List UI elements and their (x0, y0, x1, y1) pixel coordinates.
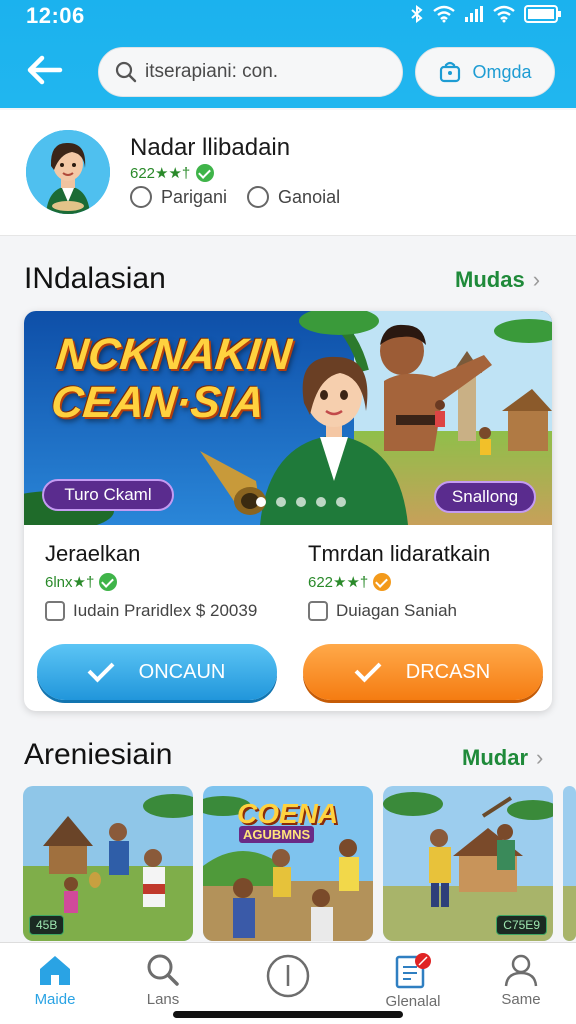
thumbnail-title-2: COENA (237, 798, 339, 829)
carousel-dot[interactable] (316, 497, 326, 507)
banner-right-pill[interactable]: Snallong (434, 481, 536, 513)
carousel-dot[interactable] (256, 497, 266, 507)
game-thumbnail-2[interactable]: COENA AGUBMNS (203, 786, 373, 941)
cart-button[interactable]: Omgda (415, 47, 555, 97)
home-icon (40, 956, 70, 985)
avatar[interactable] (26, 130, 110, 214)
signal-icon (465, 6, 483, 22)
radio-option-2[interactable]: Ganoial (247, 186, 340, 208)
battery-icon (524, 5, 561, 23)
info-circle-icon (266, 954, 310, 998)
status-bar: 12:06 (0, 0, 576, 32)
verified-icon (373, 573, 392, 591)
game-1-action-label: ONCAUN (138, 660, 226, 683)
wifi-icon-2 (493, 5, 515, 23)
carousel-dot[interactable] (336, 497, 346, 507)
avatar-illustration (26, 130, 110, 214)
nav-label-profile: Same (501, 991, 541, 1008)
radio-option-1[interactable]: Parigani (130, 186, 227, 208)
game-checkbox-label-2: Duiagan Saniah (336, 601, 457, 620)
banner-title-line-1: NCKNAKIN (54, 330, 294, 379)
game-checkbox-1[interactable]: Iudain Praridlex $ 20039 (45, 601, 257, 621)
nav-item-center[interactable] (243, 953, 333, 999)
shopping-bag-icon (440, 61, 461, 83)
profile-card: Nadar llibadain 622★★† Parigani Ganoial (0, 110, 576, 236)
featured-banner[interactable]: NCKNAKIN CEAN·SIA Turo Ckaml Snallong (24, 311, 552, 525)
game-rating-text-1: 6lnx★† (45, 574, 95, 591)
chevron-right-icon: › (536, 745, 544, 770)
carousel-dots (256, 497, 346, 507)
user-icon (504, 954, 538, 987)
search-icon (147, 954, 179, 986)
section-more-label-1: Mudas (455, 267, 525, 292)
game-name-1: Jeraelkan (45, 541, 141, 566)
radio-circle-icon (247, 186, 270, 208)
wifi-icon (433, 5, 455, 23)
back-arrow-icon (27, 55, 63, 85)
game-name-2: Tmrdan lidaratkain (308, 541, 491, 566)
nav-item-search[interactable]: Lans (118, 953, 208, 1008)
checkbox-icon (308, 601, 328, 621)
status-icons (410, 4, 562, 24)
game-rating-1: 6lnx★† (45, 573, 257, 591)
thumbnail-badge-1: 45B (29, 915, 65, 935)
back-button[interactable] (22, 50, 66, 90)
banner-left-pill[interactable]: Turo Ckaml (42, 479, 174, 511)
section-more-link-2[interactable]: Mudar › (462, 745, 543, 771)
search-input[interactable]: itserapiani: con. (98, 47, 403, 97)
cart-label: Omgda (472, 61, 532, 82)
game-info-2: Tmrdan lidaratkain 622★★† Duiagan Saniah (308, 541, 490, 621)
bluetooth-icon (411, 5, 423, 23)
radio-label-2: Ganoial (278, 186, 341, 207)
profile-rating-text: 622★★† (130, 165, 191, 182)
game-2-action-button[interactable]: DRCASN (303, 644, 543, 700)
game-1-action-button[interactable]: ONCAUN (37, 644, 277, 700)
game-checkbox-2[interactable]: Duiagan Saniah (308, 601, 490, 621)
profile-options: Parigani Ganoial (130, 186, 340, 208)
home-indicator[interactable] (173, 1011, 403, 1018)
carousel-dot[interactable] (296, 497, 306, 507)
nav-label-search: Lans (146, 991, 180, 1008)
search-icon (115, 61, 137, 83)
checkmark-icon (87, 655, 115, 683)
game-thumbnail-1[interactable]: 45B (23, 786, 193, 941)
nav-item-home[interactable]: Maide (10, 953, 100, 1008)
carousel-dot[interactable] (276, 497, 286, 507)
game-thumbnail-3[interactable]: C75E9 (383, 786, 553, 941)
app-header: 12:06 itserapiani: con. Omgda (0, 0, 576, 108)
profile-name: Nadar llibadain (130, 134, 291, 161)
banner-title: NCKNAKIN CEAN·SIA (48, 330, 294, 427)
radio-label-1: Parigani (161, 186, 228, 207)
nav-item-profile[interactable]: Same (476, 953, 566, 1008)
status-time: 12:06 (26, 3, 85, 28)
verified-icon (99, 573, 118, 591)
search-text: itserapiani: con. (145, 61, 279, 82)
featured-game-card: NCKNAKIN CEAN·SIA Turo Ckaml Snallong Je… (24, 311, 552, 711)
game-rating-text-2: 622★★† (308, 574, 369, 591)
chevron-right-icon: › (532, 267, 541, 292)
document-icon (395, 953, 431, 989)
thumbnail-illustration (563, 786, 576, 941)
radio-circle-icon (130, 186, 152, 208)
verified-icon (196, 164, 215, 182)
game-checkbox-label-1: Iudain Praridlex $ 20039 (73, 601, 258, 620)
nav-label-home: Maide (34, 991, 76, 1008)
profile-rating: 622★★† (130, 164, 215, 182)
section-more-link-1[interactable]: Mudas › (455, 267, 540, 293)
game-info-1: Jeraelkan 6lnx★† Iudain Praridlex $ 2003… (45, 541, 257, 621)
nav-label-notifications: Glenalal (385, 993, 441, 1010)
thumbnail-subtitle-2: AGUBMNS (239, 826, 315, 843)
section-more-label-2: Mudar (462, 745, 528, 770)
game-2-action-label: DRCASN (405, 660, 491, 683)
section-title-2: Areniesiain (24, 738, 173, 771)
checkbox-icon (45, 601, 65, 621)
section-title-1: INdalasian (24, 262, 166, 295)
banner-title-line-2: CEAN·SIA (48, 378, 267, 427)
thumbnail-badge-3: C75E9 (496, 915, 547, 935)
nav-item-notifications[interactable]: Glenalal (368, 953, 458, 1010)
game-thumbnail-4-peek[interactable] (563, 786, 576, 941)
checkmark-icon (354, 655, 382, 683)
game-rating-2: 622★★† (308, 573, 490, 591)
